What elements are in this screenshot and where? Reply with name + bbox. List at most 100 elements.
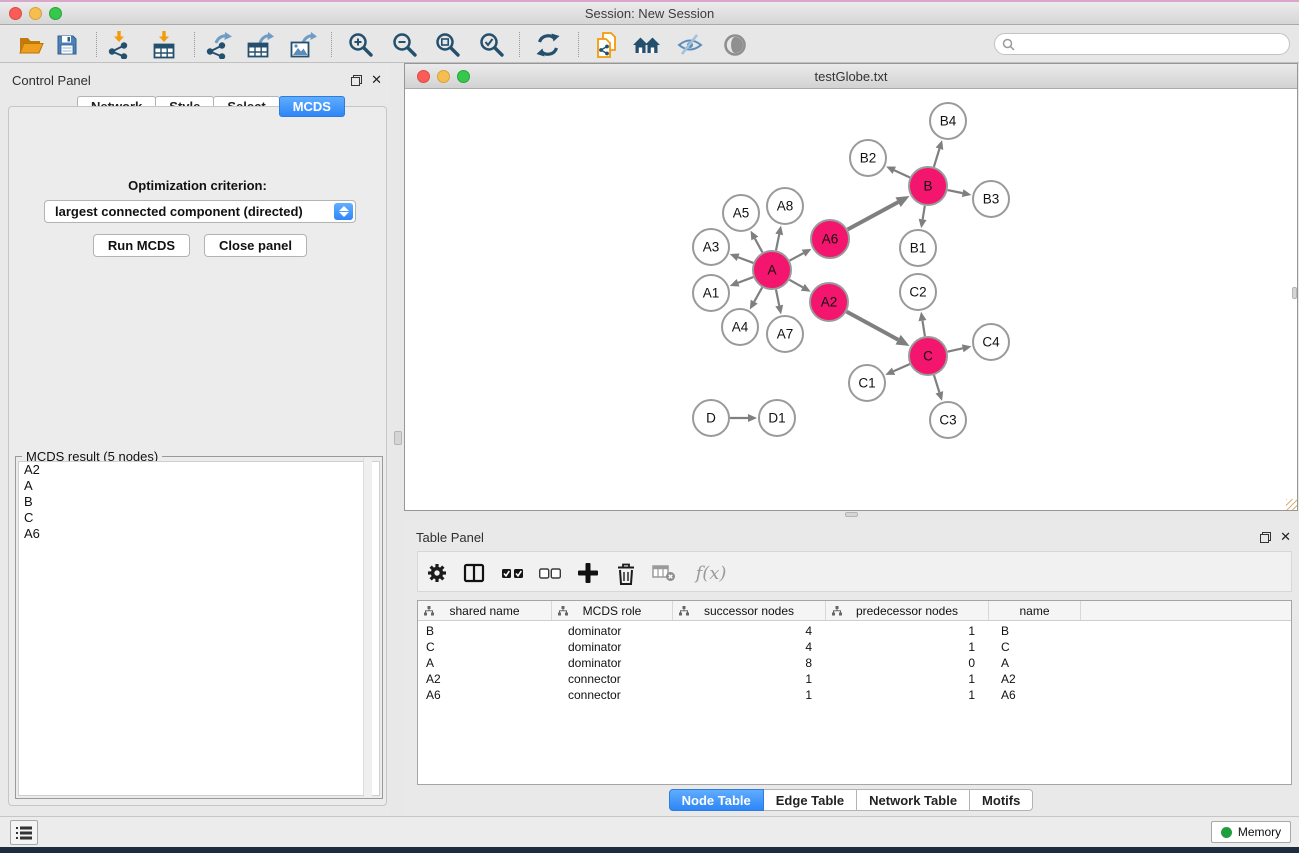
hide-graphics-details-button[interactable] — [675, 30, 705, 60]
save-session-button[interactable] — [52, 30, 82, 60]
import-table-button[interactable] — [149, 30, 179, 60]
table-row[interactable]: A dominator 8 0 A — [418, 655, 1291, 671]
mcds-result-list[interactable]: A2 A B C A6 — [18, 461, 380, 796]
column-header-successor-nodes[interactable]: successor nodes — [673, 601, 826, 620]
export-image-button[interactable] — [288, 30, 318, 60]
result-item: A6 — [19, 526, 379, 542]
result-item: C — [19, 510, 379, 526]
network-window-titlebar[interactable]: testGlobe.txt — [405, 64, 1297, 89]
table-settings-button[interactable] — [424, 560, 450, 586]
graph-node-label: A4 — [732, 320, 749, 335]
table-row[interactable]: C dominator 4 1 C — [418, 639, 1291, 655]
graph-node-label: B3 — [983, 192, 1000, 207]
eye-icon — [723, 33, 747, 57]
graph-node-label: C2 — [909, 285, 926, 300]
zoom-fit-button[interactable] — [433, 30, 463, 60]
import-network-button[interactable] — [104, 30, 134, 60]
optimization-criterion-dropdown[interactable]: largest connected component (directed) — [44, 200, 356, 223]
canvas-scrollbar-bottom[interactable] — [845, 512, 858, 517]
tab-node-table[interactable]: Node Table — [669, 789, 764, 811]
memory-status-icon — [1221, 827, 1232, 838]
tab-motifs[interactable]: Motifs — [969, 789, 1033, 811]
tab-edge-table[interactable]: Edge Table — [763, 789, 857, 811]
column-header-mcds-role[interactable]: MCDS role — [552, 601, 673, 620]
status-bar: Memory — [0, 816, 1299, 847]
graph-node-label: B4 — [940, 114, 957, 129]
graph-node-label: A5 — [733, 206, 750, 221]
add-column-button[interactable] — [575, 560, 601, 586]
open-session-button[interactable] — [16, 30, 46, 60]
column-header-predecessor-nodes[interactable]: predecessor nodes — [826, 601, 989, 620]
result-item: B — [19, 494, 379, 510]
function-builder-button[interactable]: f(x) — [694, 560, 728, 586]
window-resize-grip[interactable] — [1286, 499, 1297, 510]
zoom-in-button[interactable] — [346, 30, 376, 60]
node-table[interactable]: shared name MCDS role successor nodes pr… — [417, 600, 1292, 785]
task-history-button[interactable] — [10, 820, 38, 845]
home-view-button[interactable] — [632, 30, 662, 60]
mcds-tab-content: Optimization criterion: largest connecte… — [8, 106, 387, 806]
search-icon — [1002, 38, 1015, 51]
import-table-icon — [151, 31, 177, 59]
canvas-scrollbar-left[interactable] — [394, 431, 402, 445]
tab-mcds[interactable]: MCDS — [279, 96, 345, 117]
table-row[interactable]: A6 connector 1 1 A6 — [418, 687, 1291, 703]
show-graphics-details-button[interactable] — [720, 30, 750, 60]
dropdown-stepper[interactable] — [334, 203, 353, 220]
import-network-icon — [106, 31, 132, 59]
control-panel-title: Control Panel — [12, 73, 91, 88]
trash-icon — [615, 562, 637, 585]
duplicate-network-button[interactable] — [592, 30, 622, 60]
export-network-icon — [204, 31, 232, 59]
graph-node-label: A7 — [777, 327, 794, 342]
zoom-out-button[interactable] — [390, 30, 420, 60]
apply-layout-button[interactable] — [533, 30, 563, 60]
export-table-button[interactable] — [245, 30, 275, 60]
graph-node-label: C1 — [858, 376, 875, 391]
table-header-row: shared name MCDS role successor nodes pr… — [418, 601, 1291, 621]
network-canvas[interactable]: AA1A2A3A4A5A6A7A8BB1B2B3B4CC1C2C3C4DD1 — [405, 89, 1297, 510]
float-panel-icon[interactable] — [351, 75, 362, 86]
zoom-fit-icon — [435, 32, 461, 58]
split-view-button[interactable] — [461, 560, 487, 586]
zoom-selected-button[interactable] — [477, 30, 507, 60]
close-panel-icon[interactable]: ✕ — [1280, 529, 1291, 545]
run-mcds-button[interactable]: Run MCDS — [93, 234, 190, 257]
graph-node-label: B2 — [860, 151, 877, 166]
hierarchy-icon — [832, 606, 842, 616]
hierarchy-icon — [424, 606, 434, 616]
graph-node-label: D1 — [768, 411, 785, 426]
eye-slash-icon — [677, 33, 703, 57]
result-scrollbar[interactable] — [363, 458, 372, 797]
houses-icon — [632, 33, 662, 57]
search-input[interactable] — [1019, 35, 1281, 53]
delete-table-button[interactable] — [651, 560, 677, 586]
toolbar-separator — [194, 32, 195, 57]
table-row[interactable]: B dominator 4 1 B — [418, 623, 1291, 639]
tab-network-table[interactable]: Network Table — [856, 789, 970, 811]
deselect-all-button[interactable] — [537, 560, 563, 586]
float-panel-icon[interactable] — [1260, 532, 1271, 543]
result-item: A2 — [19, 462, 379, 478]
column-header-name[interactable]: name — [989, 601, 1081, 620]
save-floppy-icon — [55, 33, 79, 57]
memory-label: Memory — [1238, 825, 1281, 839]
table-panel-title: Table Panel — [416, 530, 484, 545]
network-graph[interactable]: AA1A2A3A4A5A6A7A8BB1B2B3B4CC1C2C3C4DD1 — [405, 89, 1297, 510]
graph-node-label: B — [923, 179, 932, 194]
table-body: B dominator 4 1 B C dominator 4 1 C A do… — [418, 623, 1291, 703]
column-header-shared-name[interactable]: shared name — [418, 601, 552, 620]
select-all-button[interactable] — [500, 560, 526, 586]
close-panel-button[interactable]: Close panel — [204, 234, 307, 257]
zoom-selected-icon — [479, 32, 505, 58]
memory-button[interactable]: Memory — [1211, 821, 1291, 843]
delete-column-button[interactable] — [613, 560, 639, 586]
graph-node-label: A1 — [703, 286, 720, 301]
export-network-button[interactable] — [203, 30, 233, 60]
plus-icon — [577, 562, 599, 584]
gear-icon — [426, 562, 448, 584]
table-row[interactable]: A2 connector 1 1 A2 — [418, 671, 1291, 687]
canvas-scrollbar-right[interactable] — [1292, 287, 1297, 299]
close-panel-icon[interactable]: ✕ — [371, 72, 382, 88]
duplicate-pages-icon — [594, 31, 620, 59]
